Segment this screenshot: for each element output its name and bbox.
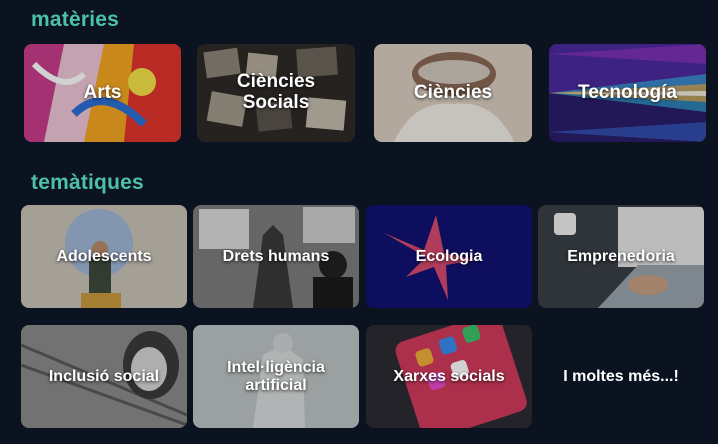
card-ciencies-socials-label: Ciències Socials	[236, 71, 316, 113]
card-arts[interactable]: Arts	[24, 44, 181, 142]
card-ciencies[interactable]: Ciències	[374, 44, 532, 142]
card-intelligencia-artificial-label: Intel·ligència artificial	[227, 359, 325, 394]
card-emprenedoria-label: Emprenedoria	[567, 247, 675, 265]
card-arts-label: Arts	[83, 81, 122, 103]
card-adolescents[interactable]: Adolescents	[21, 205, 187, 308]
card-ecologia-label: Ecologia	[415, 247, 483, 265]
section-title-materies: matèries	[31, 8, 119, 31]
card-drets-humans-label: Drets humans	[222, 247, 330, 265]
card-ciencies-socials[interactable]: Ciències Socials	[197, 44, 355, 142]
card-ecologia[interactable]: Ecologia	[366, 205, 532, 308]
card-emprenedoria[interactable]: Emprenedoria	[538, 205, 704, 308]
card-inclusio-social[interactable]: Inclusió social	[21, 325, 187, 428]
card-xarxes-socials[interactable]: Xarxes socials	[366, 325, 532, 428]
card-adolescents-label: Adolescents	[56, 247, 152, 265]
card-inclusio-social-label: Inclusió social	[48, 367, 160, 385]
section-title-tematiques: temàtiques	[31, 171, 144, 194]
card-tecnologia-label: Tecnología	[578, 81, 677, 103]
card-tecnologia[interactable]: Tecnología	[549, 44, 706, 142]
more-topics-label: I moltes més...!	[563, 367, 679, 385]
card-ciencies-label: Ciències	[413, 81, 493, 103]
more-topics-link[interactable]: I moltes més...!	[538, 325, 704, 428]
card-xarxes-socials-label: Xarxes socials	[393, 367, 505, 385]
card-intelligencia-artificial[interactable]: Intel·ligència artificial	[193, 325, 359, 428]
card-drets-humans[interactable]: Drets humans	[193, 205, 359, 308]
